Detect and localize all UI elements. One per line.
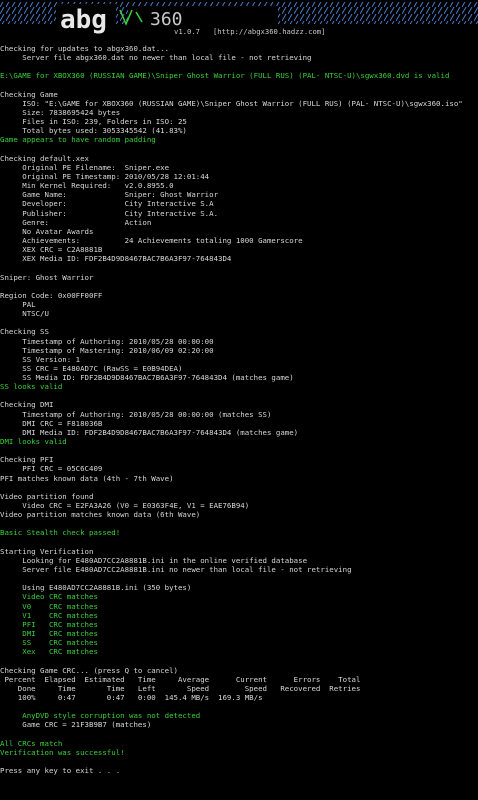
console-line: Timestamp of Authoring: 2010/05/28 00:00… — [0, 336, 214, 346]
logo-text: abg — [60, 5, 107, 35]
console-line: Video partition found — [0, 491, 94, 501]
console-line: NTSC/U — [0, 309, 49, 319]
console-line: Checking PFI — [0, 455, 54, 465]
console-window[interactable]: abg 360 v1.0.7 [http://abgx360.hadzz.com… — [0, 0, 478, 800]
console-line: Sniper: Ghost Warrior — [0, 272, 94, 282]
console-line: PAL — [0, 299, 36, 309]
console-line: Basic Stealth check passed! — [0, 528, 121, 538]
console-line: Video partition matches known data (6th … — [0, 510, 201, 520]
console-line: Checking DMI — [0, 400, 54, 410]
console-line: SS CRC = E480AD7C (RawSS = E0B94DEA) — [0, 363, 183, 373]
console-line: Xex CRC matches — [0, 647, 98, 657]
console-line: Game Name: Sniper: Ghost Warrior — [0, 190, 219, 200]
console-line: DMI Media ID: FDF2B4D9D8467BAC7B6A3F97-7… — [0, 427, 299, 437]
console-line: Original PE Filename: Sniper.exe — [0, 162, 170, 172]
console-line: Total bytes used: 3053345542 (41.83%) — [0, 126, 187, 136]
banner-info: v1.0.7 [http://abgx360.hadzz.com] — [174, 27, 325, 36]
console-line: AnyDVD style corruption was not detected — [0, 711, 201, 721]
console-line: Press any key to exit . . . — [0, 766, 121, 776]
console-line: Genre: Action — [0, 217, 152, 227]
console-line: PFI CRC = 05C6C409 — [0, 464, 103, 474]
console-line: ISO: "E:\GAME for XBOX360 (RUSSIAN GAME)… — [0, 98, 463, 108]
console-line: XEX CRC = C2A8881B — [0, 245, 103, 255]
console-line: Checking default.xex — [0, 153, 89, 163]
console-line: V1 CRC matches — [0, 610, 98, 620]
console-line: Developer: City Interactive S.A — [0, 199, 214, 209]
console-line: Timestamp of Mastering: 2010/06/09 02:20… — [0, 345, 214, 355]
console-line: DMI CRC matches — [0, 629, 98, 638]
console-line: Server file E480AD7CC2A8881B.ini no newe… — [0, 565, 352, 575]
console-line: SS Media ID: FDF2B4D9D8467BAC7B6A3F97-76… — [0, 373, 294, 383]
console-line: Size: 7838695424 bytes — [0, 107, 121, 117]
url-label: [http://abgx360.hadzz.com] — [212, 27, 326, 36]
console-line: Achievements: 24 Achievements totaling 1… — [0, 235, 303, 245]
console-line: Video CRC = E2FA3A26 (V0 = E0363F4E, V1 … — [0, 501, 250, 511]
console-line: PFI matches known data (4th - 7th Wave) — [0, 473, 174, 483]
console-line: PFI CRC matches — [0, 619, 98, 629]
console-line: Video CRC matches — [0, 592, 98, 602]
console-line: 100% 0:47 0:47 0:00 145.4 MB/s 169.3 MB/… — [0, 692, 263, 702]
console-line: SS Version: 1 — [0, 354, 81, 364]
console-line: Timestamp of Authoring: 2010/05/28 00:00… — [0, 409, 272, 419]
console-line: All CRCs match — [0, 738, 63, 748]
console-line: Publisher: City Interactive S.A. — [0, 208, 219, 218]
version-label: v1.0.7 — [174, 27, 200, 36]
console-line: Done Time Time Left Speed Speed Recovere… — [0, 683, 361, 693]
console-line: DMI looks valid — [0, 437, 67, 447]
console-line: Checking Game — [0, 89, 58, 99]
console-line: Percent Elapsed Estimated Time Average C… — [0, 674, 361, 684]
console-line: Using E480AD7CC2A8881B.ini (350 bytes) — [0, 583, 192, 593]
console-line: DMI CRC = F818036B — [0, 418, 103, 428]
console-line: Verification was successful! — [0, 747, 125, 757]
console-line: Looking for E480AD7CC2A8881B.ini in the … — [0, 555, 308, 565]
console-line: XEX Media ID: FDF2B4D9D8467BAC7B6A3F97-7… — [0, 254, 232, 264]
console-line: Checking for updates to abgx360.dat... — [0, 44, 170, 53]
console-line: Server file abgx360.dat no newer than lo… — [0, 53, 312, 63]
console-line: Game CRC = 21F3B9B7 (matches) — [0, 720, 152, 730]
console-output: Checking for updates to abgx360.dat... S… — [0, 44, 478, 775]
abgx360-banner: abg 360 v1.0.7 [http://abgx360.hadzz.com… — [0, 0, 478, 40]
console-line: E:\GAME for XBOX360 (RUSSIAN GAME)\Snipe… — [0, 71, 450, 81]
console-line: Starting Verification — [0, 546, 94, 556]
console-line: Min Kernel Required: v2.0.8955.0 — [0, 181, 174, 191]
console-line: Region Code: 0x00FF00FF — [0, 290, 103, 300]
console-line: Original PE Timestamp: 2010/05/28 12:01:… — [0, 171, 210, 181]
console-line: Checking SS — [0, 327, 49, 337]
console-line: Checking Game CRC... (press Q to cancel) — [0, 665, 178, 675]
console-line: SS CRC matches — [0, 638, 98, 648]
console-line: V0 CRC matches — [0, 601, 98, 611]
console-line: Game appears to have random padding — [0, 135, 156, 145]
console-line: Files in ISO: 239, Folders in ISO: 25 — [0, 117, 187, 127]
console-line: SS looks valid — [0, 382, 63, 392]
console-line: No Avatar Awards — [0, 226, 94, 236]
